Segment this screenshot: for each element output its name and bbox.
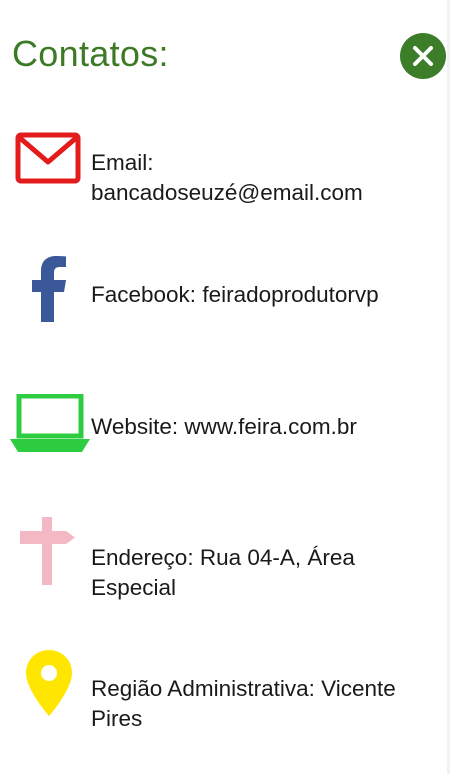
facebook-text[interactable]: Facebook: feiradoprodutorvp (91, 280, 441, 310)
address-line-1: Endereço: Rua 04-A, Área (91, 545, 355, 570)
page-title: Contatos: (12, 33, 169, 74)
close-button[interactable] (400, 33, 446, 79)
address-line-2: Especial (91, 575, 177, 600)
contact-email[interactable]: Email: bancadoseuzé@email.com (0, 128, 450, 218)
email-value[interactable]: bancadoseuzé@email.com (91, 178, 441, 208)
facebook-icon (32, 256, 66, 322)
contact-region: Região Administrativa: Vicente Pires (0, 648, 450, 738)
website-text[interactable]: Website: www.feira.com.br (91, 412, 441, 442)
close-icon (413, 46, 433, 66)
contacts-header: Contatos: (0, 0, 450, 110)
signpost-icon (20, 517, 75, 585)
laptop-icon (10, 394, 90, 452)
region-line-2: Pires (91, 706, 143, 731)
contact-address: Endereço: Rua 04-A, Área Especial (0, 515, 450, 605)
contact-facebook[interactable]: Facebook: feiradoprodutorvp (0, 252, 450, 332)
map-pin-icon (26, 650, 72, 716)
contact-website[interactable]: Website: www.feira.com.br (0, 390, 450, 460)
region-line-1: Região Administrativa: Vicente (91, 676, 396, 701)
email-label: Email: (91, 150, 154, 175)
envelope-icon (15, 132, 81, 184)
